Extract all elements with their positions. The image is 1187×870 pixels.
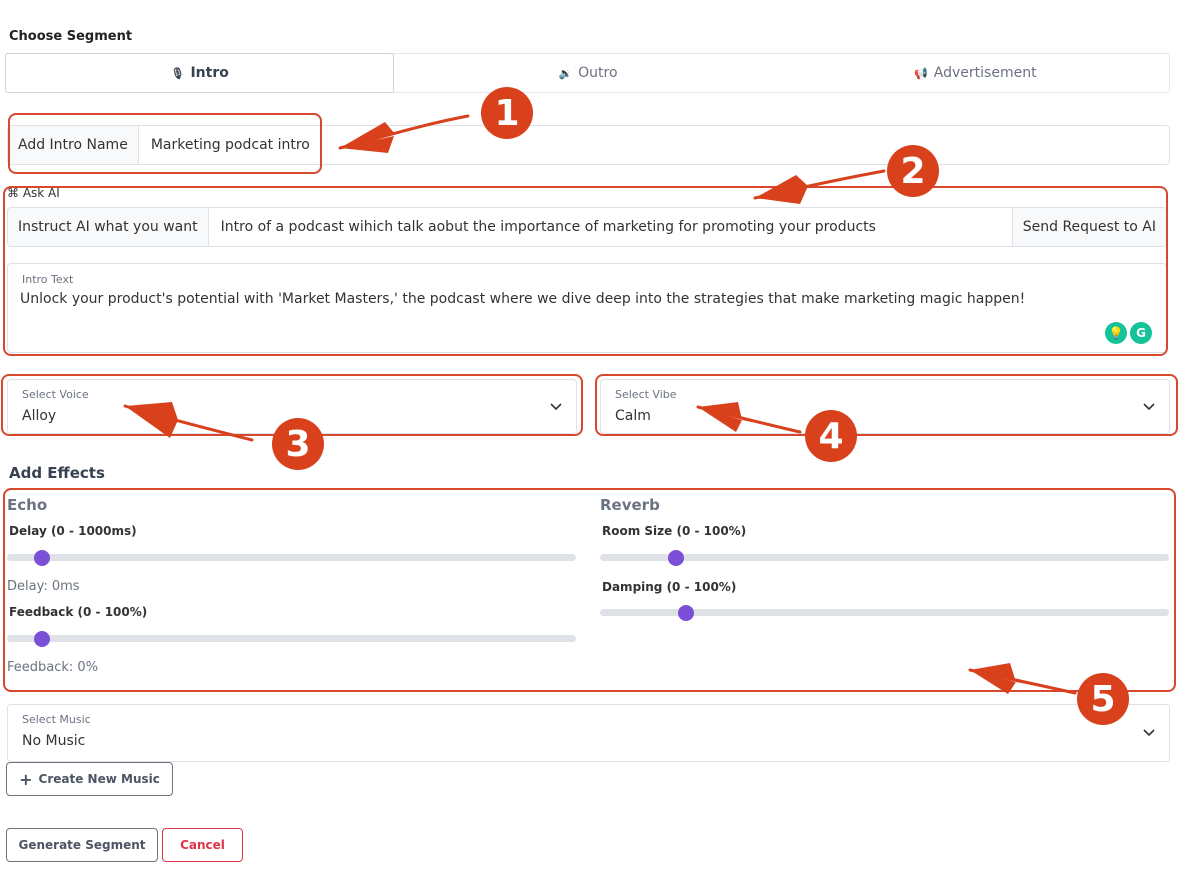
- select-music-label: Select Music: [22, 713, 91, 726]
- ask-ai-group: Instruct AI what you want Intro of a pod…: [7, 207, 1167, 247]
- arrow-5: [970, 663, 1075, 694]
- damping-label: Damping (0 - 100%): [602, 580, 737, 594]
- room-size-slider[interactable]: [600, 550, 1169, 566]
- intro-text-value: Unlock your product's potential with 'Ma…: [20, 291, 1026, 307]
- delay-value-text: Delay: 0ms: [7, 579, 80, 594]
- feedback-label: Feedback (0 - 100%): [9, 605, 148, 619]
- tab-outro[interactable]: 🔉 Outro: [394, 54, 781, 92]
- tab-advertisement-label: Advertisement: [933, 65, 1037, 81]
- select-vibe-label: Select Vibe: [615, 388, 677, 401]
- lightbulb-icon[interactable]: 💡: [1105, 322, 1127, 344]
- delay-label: Delay (0 - 1000ms): [9, 524, 137, 538]
- intro-name-label: Add Intro Name: [8, 126, 139, 164]
- arrow-5-shaft: [968, 668, 1077, 695]
- feedback-slider[interactable]: [7, 631, 576, 647]
- ask-ai-prefix: Instruct AI what you want: [8, 208, 209, 246]
- megaphone-icon: 📢: [914, 66, 928, 80]
- annotation-badge-4: 4: [805, 410, 857, 462]
- intro-name-input[interactable]: Marketing podcat intro: [139, 126, 1169, 164]
- annotation-badge-2: 2: [887, 145, 939, 197]
- grammarly-widget[interactable]: 💡 G: [1105, 322, 1152, 344]
- arrow-2-shaft: [753, 169, 886, 200]
- intro-text-area[interactable]: Intro Text Unlock your product's potenti…: [7, 263, 1167, 353]
- segment-tabs: 🎙 Intro 🔉 Outro 📢 Advertisement: [5, 53, 1170, 93]
- echo-heading: Echo: [7, 496, 48, 514]
- select-music-value: No Music: [22, 733, 86, 749]
- annotation-badge-3: 3: [272, 418, 324, 470]
- plus-icon: +: [19, 769, 33, 789]
- chevron-down-icon: [1143, 729, 1155, 737]
- select-vibe-value: Calm: [615, 408, 651, 424]
- tab-intro-label: Intro: [190, 65, 229, 81]
- annotation-badge-5: 5: [1077, 673, 1129, 725]
- grammarly-icon[interactable]: G: [1130, 322, 1152, 344]
- choose-segment-label: Choose Segment: [9, 29, 133, 44]
- microphone-icon: 🎙: [170, 66, 185, 80]
- delay-slider-thumb[interactable]: [34, 550, 50, 566]
- speaker-icon: 🔉: [558, 66, 573, 80]
- create-new-music-button[interactable]: + Create New Music: [6, 762, 173, 796]
- annotation-badge-1: 1: [481, 87, 533, 139]
- tab-outro-label: Outro: [578, 65, 618, 81]
- add-effects-heading: Add Effects: [9, 464, 105, 482]
- feedback-value-text: Feedback: 0%: [7, 660, 99, 675]
- send-request-button[interactable]: Send Request to AI: [1011, 208, 1166, 246]
- create-new-music-label: Create New Music: [38, 772, 160, 786]
- arrow-2: [755, 171, 884, 204]
- ask-ai-label: ⌘ Ask AI: [7, 186, 60, 200]
- chevron-down-icon: [1143, 402, 1155, 410]
- select-music[interactable]: Select Music No Music: [7, 704, 1170, 762]
- delay-slider[interactable]: [7, 550, 576, 566]
- select-voice-value: Alloy: [22, 408, 57, 424]
- ask-ai-input[interactable]: Intro of a podcast wihich talk aobut the…: [209, 208, 1012, 246]
- reverb-heading: Reverb: [600, 496, 660, 514]
- generate-segment-button[interactable]: Generate Segment: [6, 828, 158, 862]
- room-size-slider-thumb[interactable]: [667, 550, 684, 566]
- damping-slider-thumb[interactable]: [677, 605, 694, 621]
- select-voice-label: Select Voice: [22, 388, 89, 401]
- room-size-label: Room Size (0 - 100%): [602, 524, 747, 538]
- feedback-slider-thumb[interactable]: [34, 631, 50, 647]
- cancel-button[interactable]: Cancel: [162, 828, 243, 862]
- tab-intro[interactable]: 🎙 Intro: [5, 53, 395, 93]
- intro-text-label: Intro Text: [22, 273, 74, 286]
- tab-advertisement[interactable]: 📢 Advertisement: [782, 54, 1169, 92]
- annotation-box-5: [3, 488, 1176, 692]
- damping-slider[interactable]: [600, 605, 1169, 621]
- intro-name-group: Add Intro Name Marketing podcat intro: [7, 125, 1170, 165]
- select-vibe[interactable]: Select Vibe Calm: [600, 379, 1170, 434]
- chevron-down-icon: [550, 402, 562, 410]
